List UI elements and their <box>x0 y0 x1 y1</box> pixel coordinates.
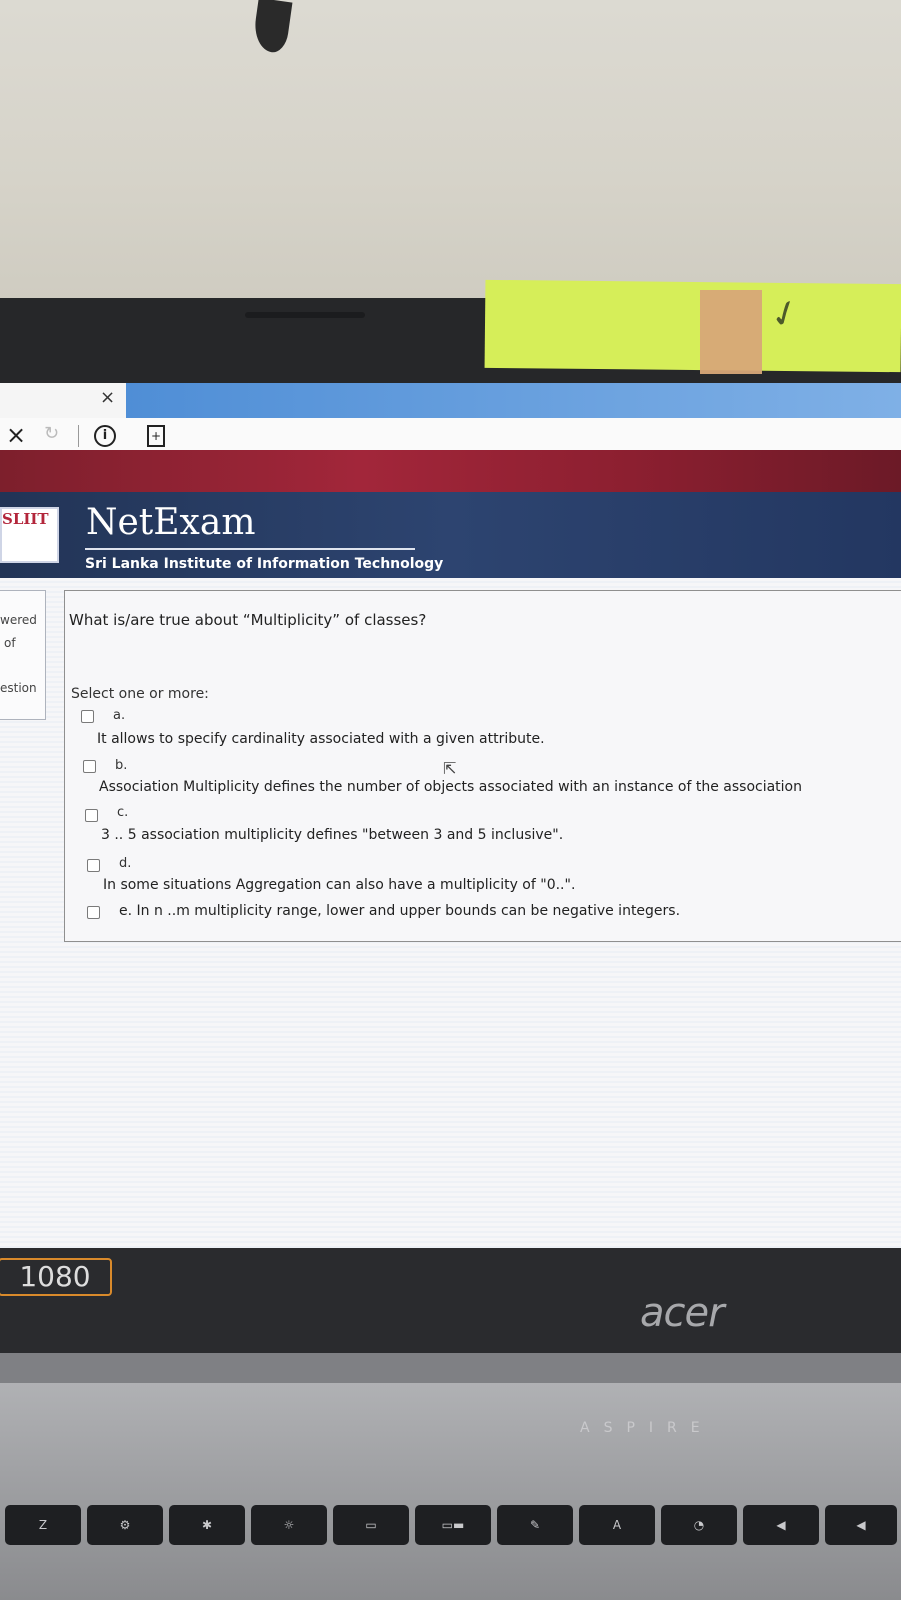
key-f5[interactable]: ▭ <box>333 1505 409 1545</box>
option-b-checkbox[interactable] <box>83 760 96 773</box>
key-f6[interactable]: ▭▬ <box>415 1505 491 1545</box>
option-e-checkbox[interactable] <box>87 906 100 919</box>
key-f10[interactable]: ◀ <box>743 1505 819 1545</box>
question-box: What is/are true about “Multiplicity” of… <box>64 590 901 942</box>
sticky-note <box>484 279 901 373</box>
tab-close-icon[interactable]: × <box>100 387 115 408</box>
brand-title: NetExam <box>86 502 256 543</box>
site-header: SLIIT NetExam Sri Lanka Institute of Inf… <box>0 492 901 578</box>
mouse-cursor-icon: ⇱ <box>443 759 457 778</box>
webcam-bar <box>245 312 365 318</box>
info-icon[interactable]: i <box>94 425 116 447</box>
option-e-text: e. In n ..m multiplicity range, lower an… <box>119 903 681 919</box>
option-b-letter: b. <box>115 758 128 773</box>
key-z[interactable]: Z <box>5 1505 81 1545</box>
institute-name: Sri Lanka Institute of Information Techn… <box>85 556 444 572</box>
logo-text: SLIIT <box>2 510 49 528</box>
key-f8[interactable]: A <box>579 1505 655 1545</box>
stop-icon[interactable]: × <box>6 421 26 449</box>
side-text: estion <box>0 681 37 695</box>
tab-strip <box>126 383 901 418</box>
select-label: Select one or more: <box>71 686 209 702</box>
option-c-letter: c. <box>117 805 129 820</box>
key-f11[interactable]: ◀ <box>825 1505 897 1545</box>
tab-bar: × <box>0 383 901 418</box>
option-a-letter: a. <box>113 708 126 723</box>
toolbar-divider <box>78 425 79 447</box>
key-f7[interactable]: ✎ <box>497 1505 573 1545</box>
option-a-checkbox[interactable] <box>81 710 94 723</box>
wall-background <box>0 0 901 300</box>
laptop-bottom-bezel <box>0 1248 901 1353</box>
option-d-text: In some situations Aggregation can also … <box>103 877 576 893</box>
key-f4[interactable]: ☼ <box>251 1505 327 1545</box>
aspire-label: ASPIRE <box>580 1420 714 1436</box>
hd-badge: 1080 <box>0 1258 112 1296</box>
option-a-text: It allows to specify cardinality associa… <box>97 731 545 747</box>
option-c-checkbox[interactable] <box>85 809 98 822</box>
page-content: wered of estion What is/are true about “… <box>0 578 901 1273</box>
tape-strip <box>700 290 762 374</box>
key-f2[interactable]: ⚙ <box>87 1505 163 1545</box>
key-f3[interactable]: ✱ <box>169 1505 245 1545</box>
key-f9[interactable]: ◔ <box>661 1505 737 1545</box>
question-text: What is/are true about “Multiplicity” of… <box>69 611 427 629</box>
option-b-text: Association Multiplicity defines the num… <box>99 779 802 795</box>
keyboard-deck <box>0 1383 901 1600</box>
option-c-text: 3 .. 5 association multiplicity defines … <box>101 827 564 843</box>
reload-icon[interactable]: ↻ <box>44 423 59 444</box>
brand-underline <box>85 548 415 550</box>
red-banner <box>0 450 901 492</box>
acer-logo: acer <box>640 1290 725 1336</box>
screen: × × ↻ i + SLIIT NetExam Sri Lanka Instit… <box>0 383 901 1273</box>
laptop-hinge <box>0 1353 901 1383</box>
option-d-letter: d. <box>119 856 132 871</box>
page-add-icon[interactable]: + <box>147 425 165 447</box>
question-info-panel: wered of estion <box>0 590 46 720</box>
side-text: wered <box>0 613 37 627</box>
option-d-checkbox[interactable] <box>87 859 100 872</box>
side-text: of <box>4 636 16 650</box>
address-bar <box>0 418 901 451</box>
